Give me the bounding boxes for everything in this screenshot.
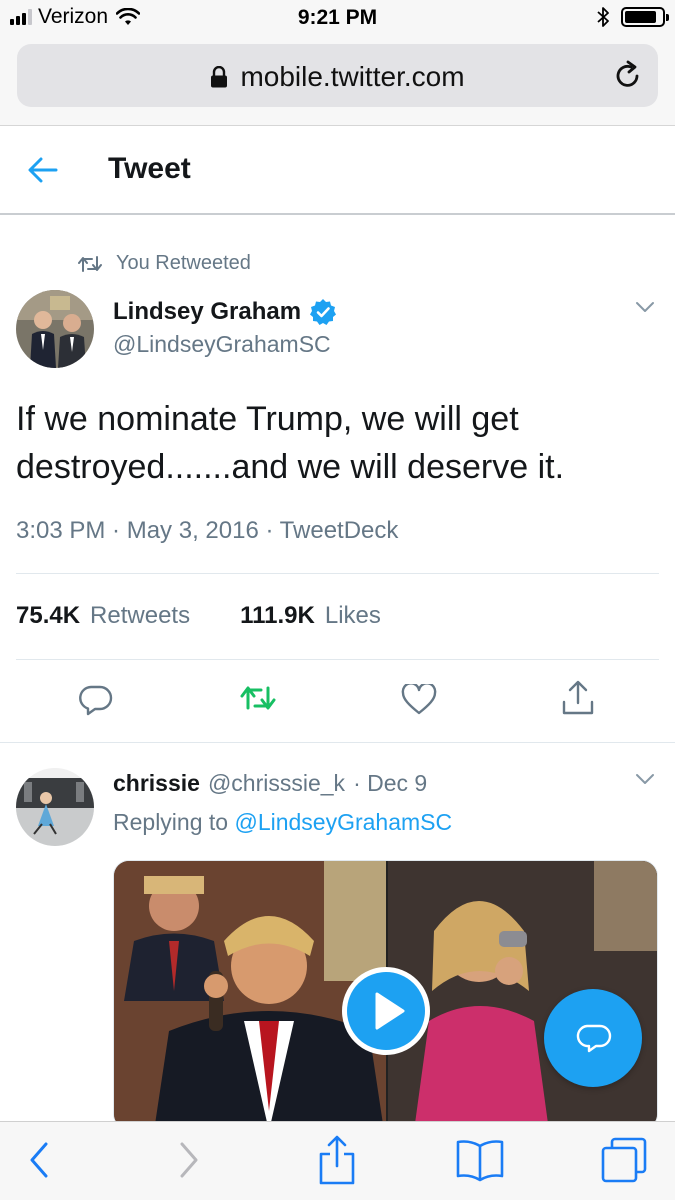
url-text: mobile.twitter.com xyxy=(240,61,465,92)
page-header: Tweet xyxy=(0,126,675,215)
replying-to-link[interactable]: @LindseyGrahamSC xyxy=(234,809,452,835)
tweet-meta: 3:03 PM · May 3, 2016 · TweetDeck xyxy=(16,517,399,544)
avatar-image xyxy=(16,768,94,846)
page-title: Tweet xyxy=(108,152,191,185)
reply-author-handle[interactable]: @chrisssie_k xyxy=(208,770,345,797)
back-icon[interactable] xyxy=(28,1140,50,1180)
play-icon xyxy=(375,992,405,1030)
compose-reply-icon xyxy=(576,1024,612,1053)
reply-author-name[interactable]: chrissie xyxy=(113,770,200,797)
status-time: 9:21 PM xyxy=(297,6,378,29)
likes-label: Likes xyxy=(324,602,381,629)
browser-toolbar xyxy=(0,1121,675,1200)
share-icon[interactable] xyxy=(318,1134,356,1186)
reply-date: · Dec 9 xyxy=(353,770,428,796)
avatar[interactable] xyxy=(16,768,94,846)
compose-reply-button[interactable] xyxy=(544,989,642,1087)
author-handle[interactable]: @LindseyGrahamSC xyxy=(113,331,331,358)
tweet-text: If we nominate Trump, we will get destro… xyxy=(16,400,565,486)
retweets-count: 75.4K xyxy=(16,602,81,629)
author-name: Lindsey Graham xyxy=(113,298,302,325)
replying-prefix: Replying to xyxy=(113,809,229,835)
chevron-down-icon[interactable] xyxy=(635,772,655,786)
retweet-icon xyxy=(78,255,102,272)
address-bar[interactable]: mobile.twitter.com xyxy=(17,44,658,107)
retweet-button-icon[interactable] xyxy=(240,684,276,712)
share-icon[interactable] xyxy=(561,680,595,716)
retweet-context: You Retweeted xyxy=(78,252,251,275)
address-bar-content: mobile.twitter.com xyxy=(17,61,658,93)
likes-stat[interactable]: 111.9K Likes xyxy=(240,602,381,630)
browser-address-area: mobile.twitter.com xyxy=(0,36,675,126)
retweets-stat[interactable]: 75.4K Retweets xyxy=(16,602,190,630)
reply-icon[interactable] xyxy=(79,684,113,716)
retweet-context-label: You Retweeted xyxy=(116,252,251,274)
reply-header: chrissie @chrisssie_k · Dec 9 xyxy=(113,770,427,797)
tweet-stats: 75.4K Retweets 111.9K Likes xyxy=(16,602,381,630)
divider xyxy=(16,573,659,574)
verified-badge-icon xyxy=(310,299,337,325)
avatar-image xyxy=(16,290,94,368)
forward-icon[interactable] xyxy=(178,1140,200,1180)
status-bar: Verizon 9:21 PM xyxy=(0,0,675,36)
tweet-actions xyxy=(0,680,675,718)
bookmarks-icon[interactable] xyxy=(455,1138,505,1182)
status-bar-right xyxy=(597,6,669,28)
back-arrow-icon[interactable] xyxy=(28,156,58,184)
tabs-icon[interactable] xyxy=(600,1136,648,1184)
retweets-label: Retweets xyxy=(90,602,191,629)
avatar[interactable] xyxy=(16,290,94,368)
lock-icon xyxy=(211,66,228,88)
replying-to: Replying to @LindseyGrahamSC xyxy=(113,809,452,836)
author-name-row[interactable]: Lindsey Graham xyxy=(113,298,337,326)
bluetooth-icon xyxy=(597,7,609,27)
like-heart-icon[interactable] xyxy=(401,684,437,716)
battery-level xyxy=(625,11,656,23)
chevron-down-icon[interactable] xyxy=(635,300,655,314)
play-button[interactable] xyxy=(342,967,430,1055)
divider xyxy=(16,659,659,660)
likes-count: 111.9K xyxy=(240,602,315,629)
battery-icon xyxy=(621,7,669,27)
divider xyxy=(0,742,675,743)
reload-icon[interactable] xyxy=(614,60,642,90)
